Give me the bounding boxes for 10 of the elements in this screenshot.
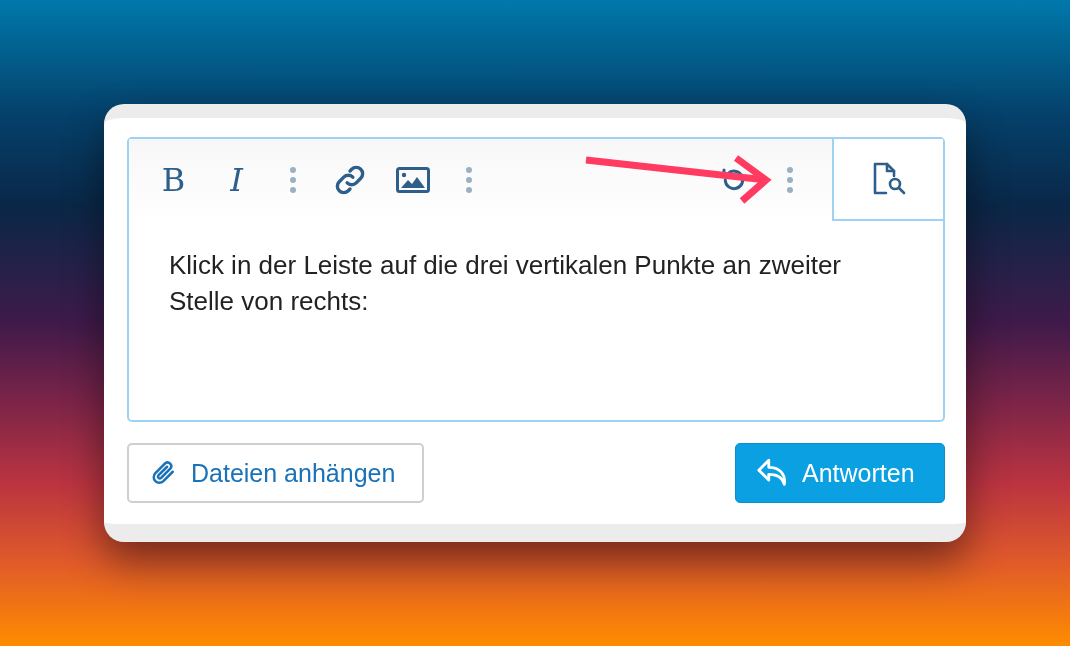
italic-button[interactable]: I	[205, 150, 268, 210]
vertical-dots-icon	[466, 167, 472, 193]
vertical-dots-icon	[787, 167, 793, 193]
editor-field[interactable]: B I Klick in der Leiste auf die drei vertikalen Punkte an zweiter Stelle von rechts:	[127, 137, 945, 422]
vertical-dots-icon	[290, 167, 296, 193]
attach-files-button[interactable]: Dateien anhängen	[127, 443, 424, 503]
preview-button[interactable]	[832, 139, 943, 221]
message-text: Klick in der Leiste auf die drei vertikalen Punkte an zweiter Stelle von rechts:	[168, 249, 842, 318]
bold-button[interactable]: B	[142, 150, 205, 210]
image-icon	[395, 167, 430, 193]
